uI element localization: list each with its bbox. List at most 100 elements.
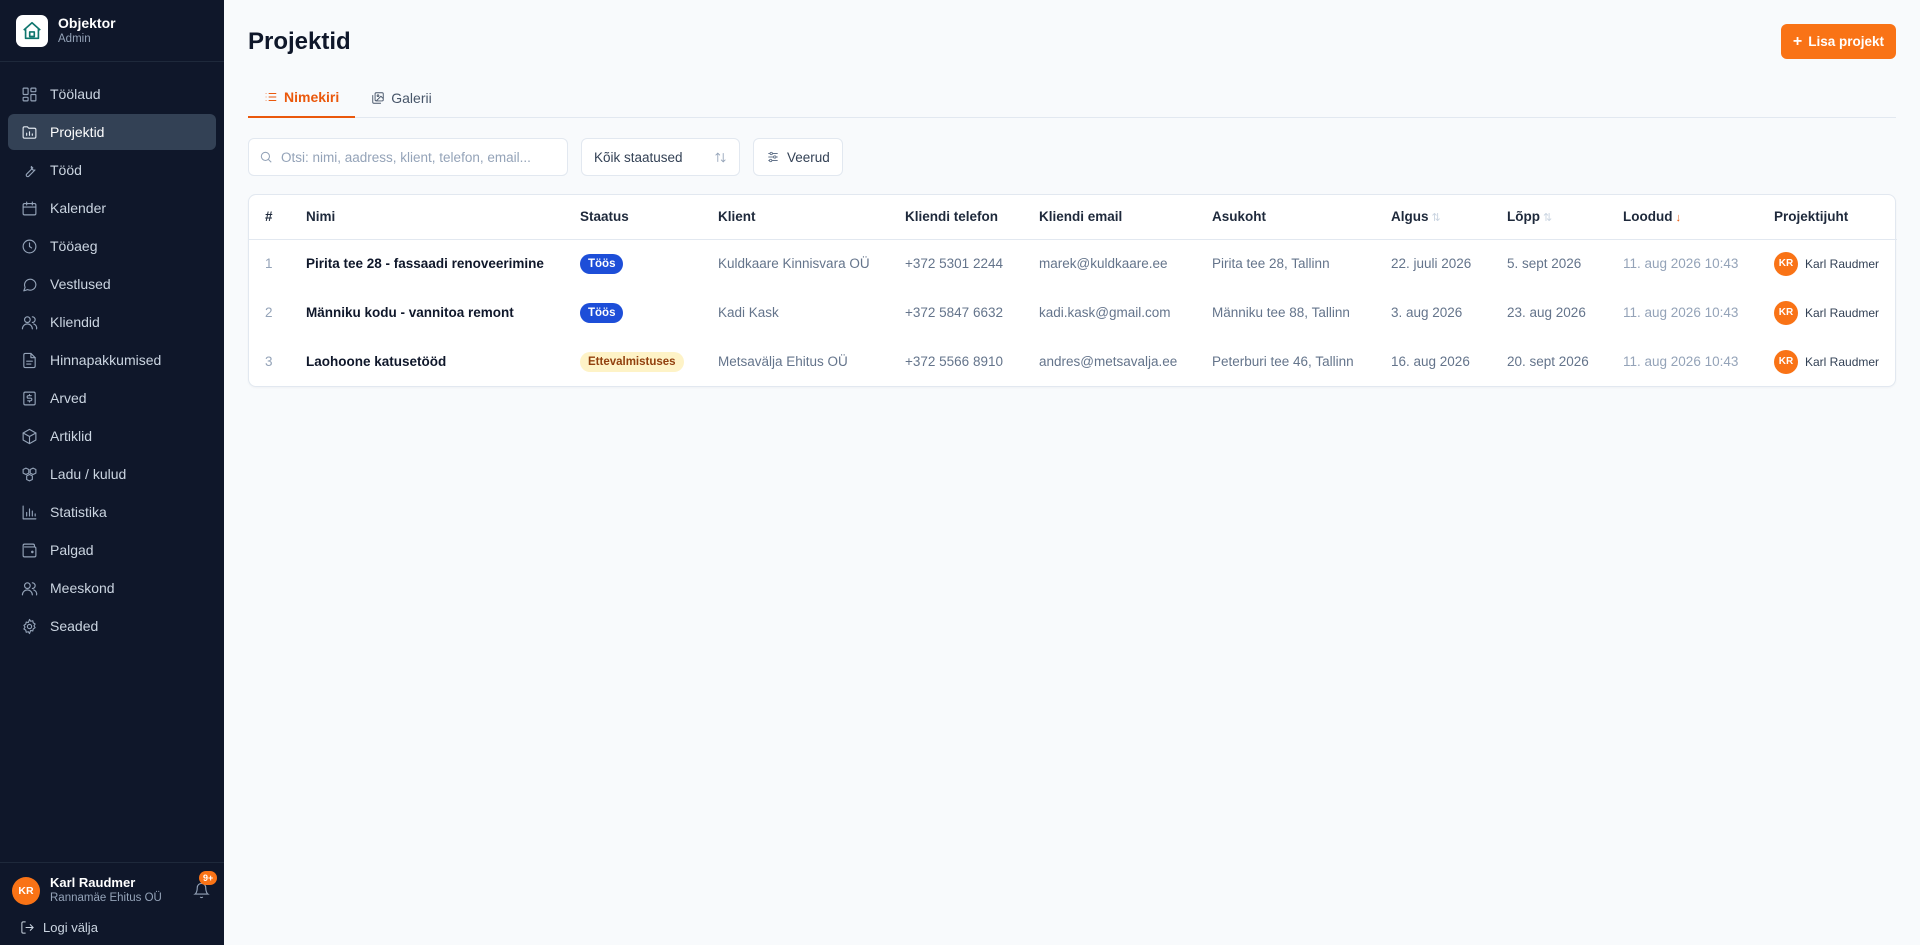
- sidebar-item-label: Arved: [50, 390, 87, 406]
- list-icon: [265, 93, 277, 101]
- col-header-end[interactable]: Lõpp ⇅: [1499, 195, 1615, 240]
- cell-phone: +372 5301 2244: [905, 256, 1003, 272]
- col-header-email[interactable]: Kliendi email: [1031, 195, 1204, 240]
- search-box: [248, 138, 568, 176]
- filter-toolbar: Kõik staatused Veerud: [248, 138, 843, 176]
- search-icon: [260, 151, 272, 163]
- add-project-button[interactable]: + Lisa projekt: [1780, 24, 1896, 59]
- sidebar-item-label: Kliendid: [50, 314, 100, 330]
- col-header-client[interactable]: Klient: [710, 195, 897, 240]
- col-header-status[interactable]: Staatus: [572, 195, 710, 240]
- sidebar-item-artiklid[interactable]: Artiklid: [8, 418, 216, 454]
- sidebar-item-ladu-kulud[interactable]: Ladu / kulud: [8, 456, 216, 492]
- col-header-location[interactable]: Asukoht: [1204, 195, 1383, 240]
- cell-email: andres@metsavalja.ee: [1039, 354, 1178, 369]
- brand-role: Admin: [58, 32, 91, 45]
- cell-start: 16. aug 2026: [1391, 354, 1470, 369]
- pm-name: Karl Raudmer: [1805, 354, 1880, 369]
- sidebar-item-tooaeg[interactable]: Tööaeg: [8, 228, 216, 264]
- col-header-end-label: Lõpp: [1507, 209, 1540, 225]
- cell-location: Peterburi tee 46, Tallinn: [1212, 354, 1354, 369]
- cell-client: Kadi Kask: [718, 305, 779, 320]
- sidebar-item-seaded[interactable]: Seaded: [8, 608, 216, 644]
- sidebar-item-label: Vestlused: [50, 276, 111, 292]
- col-header-start[interactable]: Algus ⇅: [1383, 195, 1499, 240]
- cell-name[interactable]: Männiku kodu - vannitoa remont: [298, 288, 572, 337]
- sidebar-item-statistika[interactable]: Statistika: [8, 494, 216, 530]
- pm-name: Karl Raudmer: [1805, 305, 1880, 320]
- sidebar-item-meeskond[interactable]: Meeskond: [8, 570, 216, 606]
- package-icon: [20, 427, 38, 445]
- plus-icon: +: [1792, 32, 1803, 50]
- sidebar-item-label: Projektid: [50, 124, 105, 140]
- cell-name[interactable]: Laohoone katusetööd: [298, 337, 572, 386]
- cell-email: kadi.kask@gmail.com: [1039, 305, 1171, 320]
- columns-label: Veerud: [787, 149, 830, 165]
- user-company: Rannamäe Ehitus OÜ: [50, 892, 162, 904]
- status-badge: Töös: [580, 253, 624, 274]
- wallet-icon: [20, 541, 38, 559]
- search-input[interactable]: [281, 149, 557, 165]
- dashboard-icon: [20, 85, 38, 103]
- user-card[interactable]: KR Karl Raudmer Rannamäe Ehitus OÜ 9+: [12, 870, 218, 906]
- avatar: KR: [1774, 251, 1798, 276]
- cell-client: Metsavälja Ehitus OÜ: [718, 354, 848, 369]
- logout-button[interactable]: Logi välja: [12, 920, 212, 935]
- sidebar-item-toolaud[interactable]: Töölaud: [8, 76, 216, 112]
- cell-start: 22. juuli 2026: [1391, 256, 1472, 272]
- sidebar-nav: Töölaud Projektid Tööd Kalender Tööaeg V…: [0, 62, 224, 644]
- col-header-created[interactable]: Loodud ↓: [1615, 195, 1766, 240]
- sidebar-item-arved[interactable]: Arved: [8, 380, 216, 416]
- logout-label: Logi välja: [43, 920, 98, 935]
- sort-icon: ⇅: [1543, 212, 1553, 225]
- cell-phone: +372 5566 8910: [905, 354, 1003, 369]
- house-logo-icon: [16, 14, 48, 47]
- cell-phone: +372 5847 6632: [905, 305, 1003, 320]
- col-header-start-label: Algus: [1391, 209, 1429, 225]
- status-badge: Ettevalmistuses: [580, 351, 684, 372]
- avatar: KR: [1774, 349, 1798, 374]
- status-filter-select[interactable]: Kõik staatused: [581, 138, 740, 176]
- sidebar-item-projektid[interactable]: Projektid: [8, 114, 216, 150]
- logout-icon: [21, 921, 34, 934]
- col-header-phone[interactable]: Kliendi telefon: [897, 195, 1031, 240]
- cell-client: Kuldkaare Kinnisvara OÜ: [718, 256, 870, 272]
- sort-icon: ⇅: [1431, 212, 1441, 225]
- cell-name[interactable]: Pirita tee 28 - fassaadi renoveerimine: [298, 239, 572, 288]
- brand[interactable]: Objektor Admin: [0, 0, 224, 62]
- document-icon: [20, 351, 38, 369]
- sidebar-item-label: Artiklid: [50, 428, 93, 444]
- columns-button[interactable]: Veerud: [753, 138, 843, 176]
- sidebar-item-palgad[interactable]: Palgad: [8, 532, 216, 568]
- sidebar-item-vestlused[interactable]: Vestlused: [8, 266, 216, 302]
- gallery-icon: [372, 92, 384, 104]
- col-header-name[interactable]: Nimi: [298, 195, 572, 240]
- table-row[interactable]: 1 Pirita tee 28 - fassaadi renoveerimine…: [249, 239, 1897, 288]
- notifications-button[interactable]: 9+: [190, 870, 218, 902]
- table-row[interactable]: 2 Männiku kodu - vannitoa remont Töös Ka…: [249, 288, 1897, 337]
- main-content: Projektid + Lisa projekt Nimekiri Galeri…: [224, 0, 1920, 945]
- col-header-pm[interactable]: Projektijuht: [1766, 195, 1897, 240]
- status-filter-value: Kõik staatused: [594, 149, 683, 165]
- cell-pm: KR Karl Raudmer: [1766, 288, 1897, 337]
- cell-num: 1: [265, 256, 273, 272]
- table-row[interactable]: 3 Laohoone katusetööd Ettevalmistuses Me…: [249, 337, 1897, 386]
- cell-created: 11. aug 2026 10:43: [1623, 256, 1739, 272]
- sort-arrows-icon: [715, 152, 726, 162]
- sidebar-item-kalender[interactable]: Kalender: [8, 190, 216, 226]
- tab-nimekiri[interactable]: Nimekiri: [248, 78, 356, 118]
- sidebar: Objektor Admin Töölaud Projektid Tööd Ka…: [0, 0, 224, 945]
- boxes-icon: [20, 465, 38, 483]
- projects-table-card: # Nimi Staatus Klient Kliendi telefon Kl…: [248, 194, 1897, 387]
- cell-end: 20. sept 2026: [1507, 354, 1589, 369]
- tab-galerii[interactable]: Galerii: [355, 78, 447, 118]
- team-icon: [20, 579, 38, 597]
- sidebar-item-label: Seaded: [50, 618, 99, 634]
- sidebar-item-label: Kalender: [50, 200, 107, 216]
- wrench-icon: [20, 161, 38, 179]
- sidebar-item-hinnapakkumised[interactable]: Hinnapakkumised: [8, 342, 216, 378]
- cell-end: 5. sept 2026: [1507, 256, 1582, 272]
- sidebar-item-kliendid[interactable]: Kliendid: [8, 304, 216, 340]
- cell-num: 2: [265, 305, 273, 320]
- sidebar-item-tood[interactable]: Tööd: [8, 152, 216, 188]
